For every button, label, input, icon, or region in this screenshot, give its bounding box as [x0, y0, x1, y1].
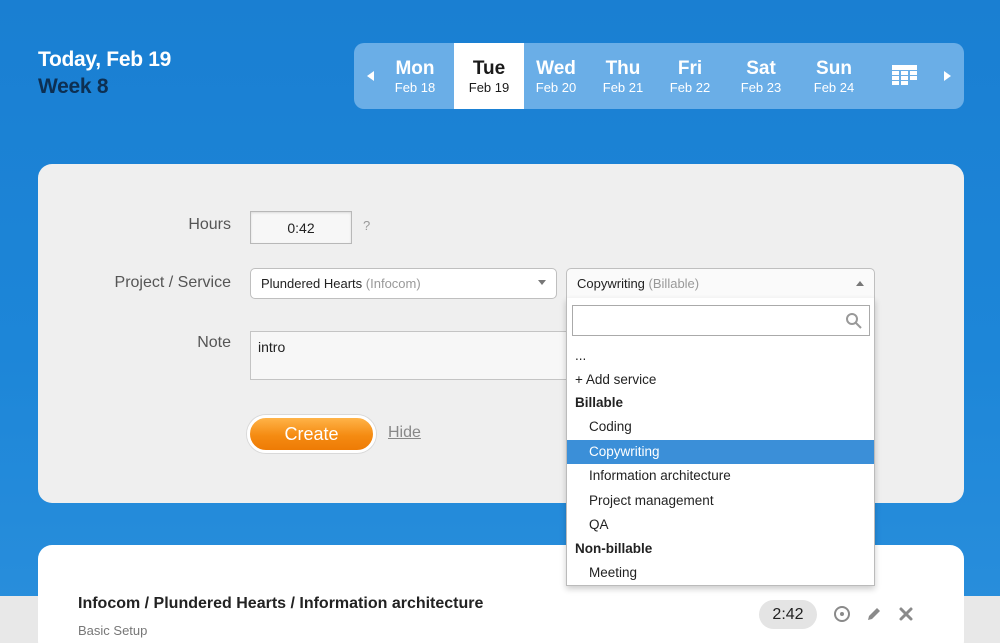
day-date: Feb 19	[468, 80, 510, 95]
day-name: Tue	[472, 58, 506, 79]
day-name: Sun	[816, 58, 852, 79]
day-name: Sat	[746, 58, 776, 79]
day-date: Feb 21	[602, 80, 644, 95]
pencil-icon[interactable]	[864, 604, 884, 624]
delete-icon[interactable]	[896, 604, 916, 624]
day-thu[interactable]: Thu Feb 21	[588, 43, 658, 109]
day-mon[interactable]: Mon Feb 18	[380, 43, 450, 109]
week-navigator: Mon Feb 18 Tue Feb 19 Wed Feb 20 Thu Feb…	[354, 43, 964, 109]
search-icon	[846, 313, 862, 329]
help-icon[interactable]: ?	[363, 218, 370, 233]
day-sun[interactable]: Sun Feb 24	[799, 43, 869, 109]
create-button[interactable]: Create	[247, 415, 376, 453]
hide-link[interactable]: Hide	[388, 424, 421, 442]
add-service-option[interactable]: + Add service	[567, 368, 874, 392]
service-select[interactable]: Copywriting (Billable)	[566, 268, 875, 299]
group-non-billable: Non-billable	[575, 541, 653, 556]
hours-label: Hours	[188, 216, 231, 233]
week-number: Week 8	[38, 75, 109, 98]
group-billable: Billable	[575, 395, 624, 410]
project-select-value: Plundered Hearts	[261, 276, 363, 291]
hours-input[interactable]	[250, 211, 352, 244]
project-service-label: Project / Service	[114, 274, 231, 291]
day-sat[interactable]: Sat Feb 23	[726, 43, 796, 109]
day-name: Thu	[605, 58, 641, 79]
chevron-right-icon[interactable]	[932, 43, 962, 109]
chevron-down-icon	[538, 280, 546, 285]
entry-time-badge: 2:42	[759, 600, 817, 629]
day-name: Mon	[395, 58, 435, 79]
service-select-value: Copywriting	[577, 276, 645, 291]
service-select-type: (Billable)	[648, 276, 700, 291]
option-coding[interactable]: Coding	[567, 415, 874, 439]
note-label: Note	[197, 334, 231, 351]
timer-icon[interactable]	[832, 604, 852, 624]
day-wed[interactable]: Wed Feb 20	[521, 43, 591, 109]
project-select[interactable]: Plundered Hearts (Infocom)	[250, 268, 557, 299]
day-fri[interactable]: Fri Feb 22	[655, 43, 725, 109]
chevron-up-icon	[856, 281, 864, 286]
page-title: Today, Feb 19	[38, 48, 172, 71]
calendar-grid-icon[interactable]	[892, 65, 917, 87]
dropdown-item-ellipsis[interactable]: ...	[567, 344, 874, 368]
service-dropdown: ... + Add service Billable Coding Copywr…	[566, 298, 875, 586]
entry-title: Infocom / Plundered Hearts / Information…	[78, 595, 484, 612]
note-input[interactable]: intro	[250, 331, 580, 380]
option-qa[interactable]: QA	[567, 513, 874, 537]
day-date: Feb 20	[535, 80, 577, 95]
option-copywriting[interactable]: Copywriting	[567, 440, 874, 464]
day-tue[interactable]: Tue Feb 19	[454, 43, 524, 109]
entry-subtitle: Basic Setup	[78, 623, 148, 638]
day-name: Wed	[536, 58, 576, 79]
day-date: Feb 24	[813, 80, 855, 95]
dropdown-search-field[interactable]	[572, 305, 870, 336]
project-select-client: (Infocom)	[365, 276, 421, 291]
day-date: Feb 18	[394, 80, 436, 95]
day-date: Feb 23	[740, 80, 782, 95]
day-name: Fri	[677, 58, 703, 79]
option-project-management[interactable]: Project management	[567, 489, 874, 513]
option-information-architecture[interactable]: Information architecture	[567, 464, 874, 488]
day-date: Feb 22	[669, 80, 711, 95]
option-meeting[interactable]: Meeting	[567, 561, 874, 585]
